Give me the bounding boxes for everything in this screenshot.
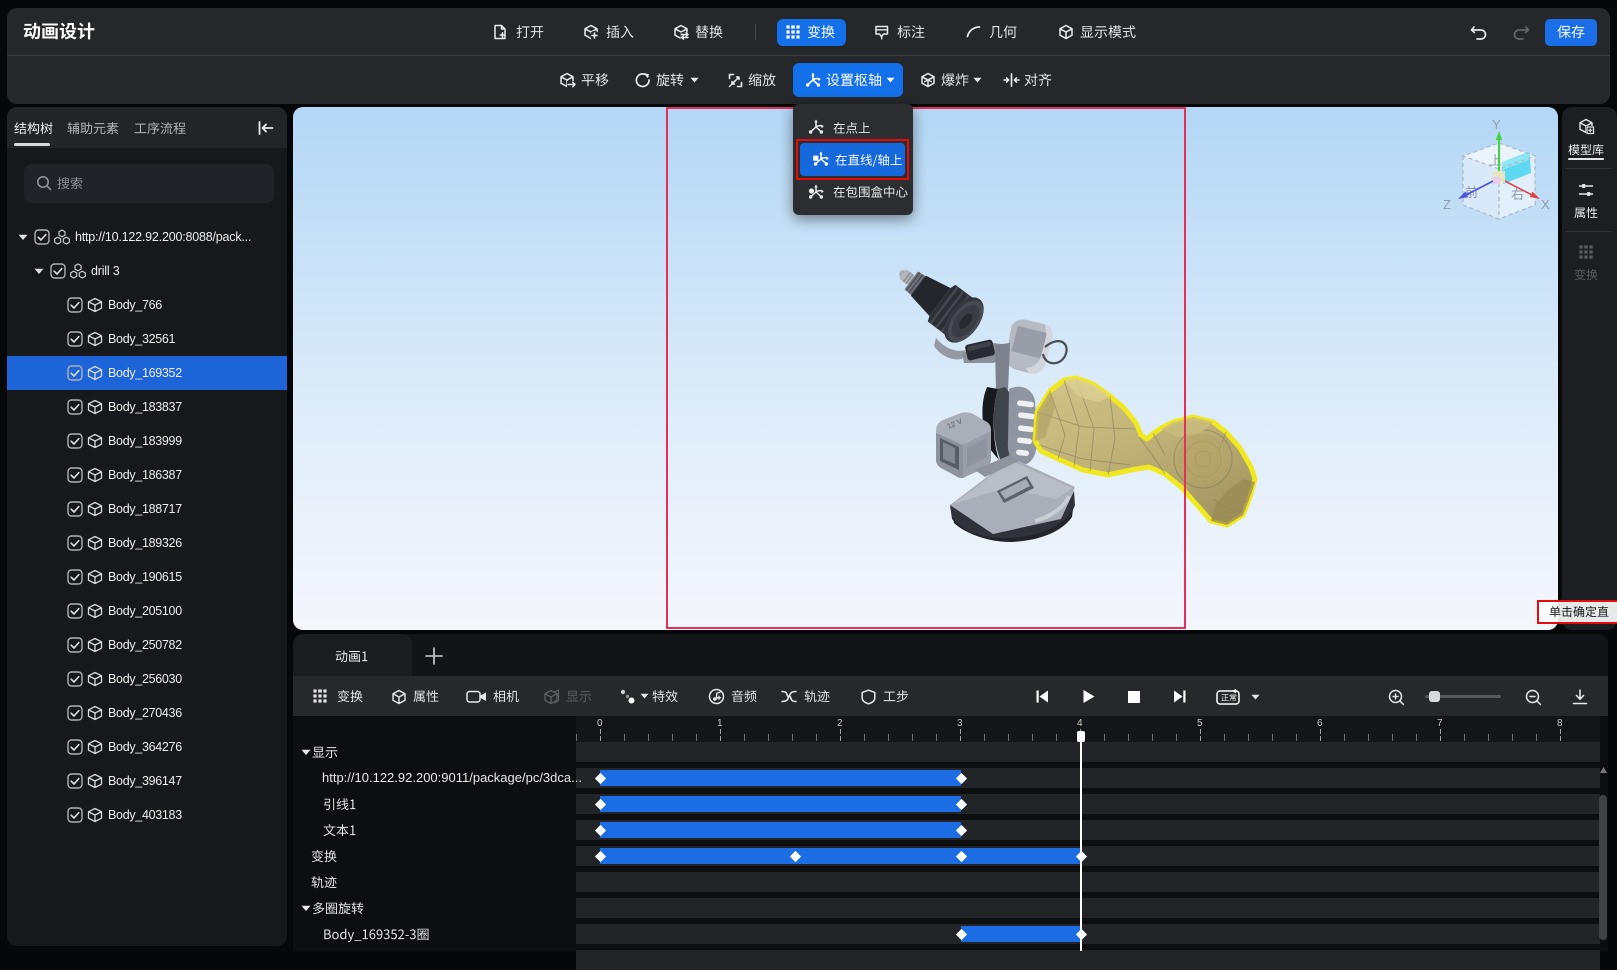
- svg-text:X: X: [1541, 197, 1550, 212]
- svg-text:Y: Y: [1492, 117, 1501, 132]
- svg-text:Z: Z: [1443, 197, 1451, 212]
